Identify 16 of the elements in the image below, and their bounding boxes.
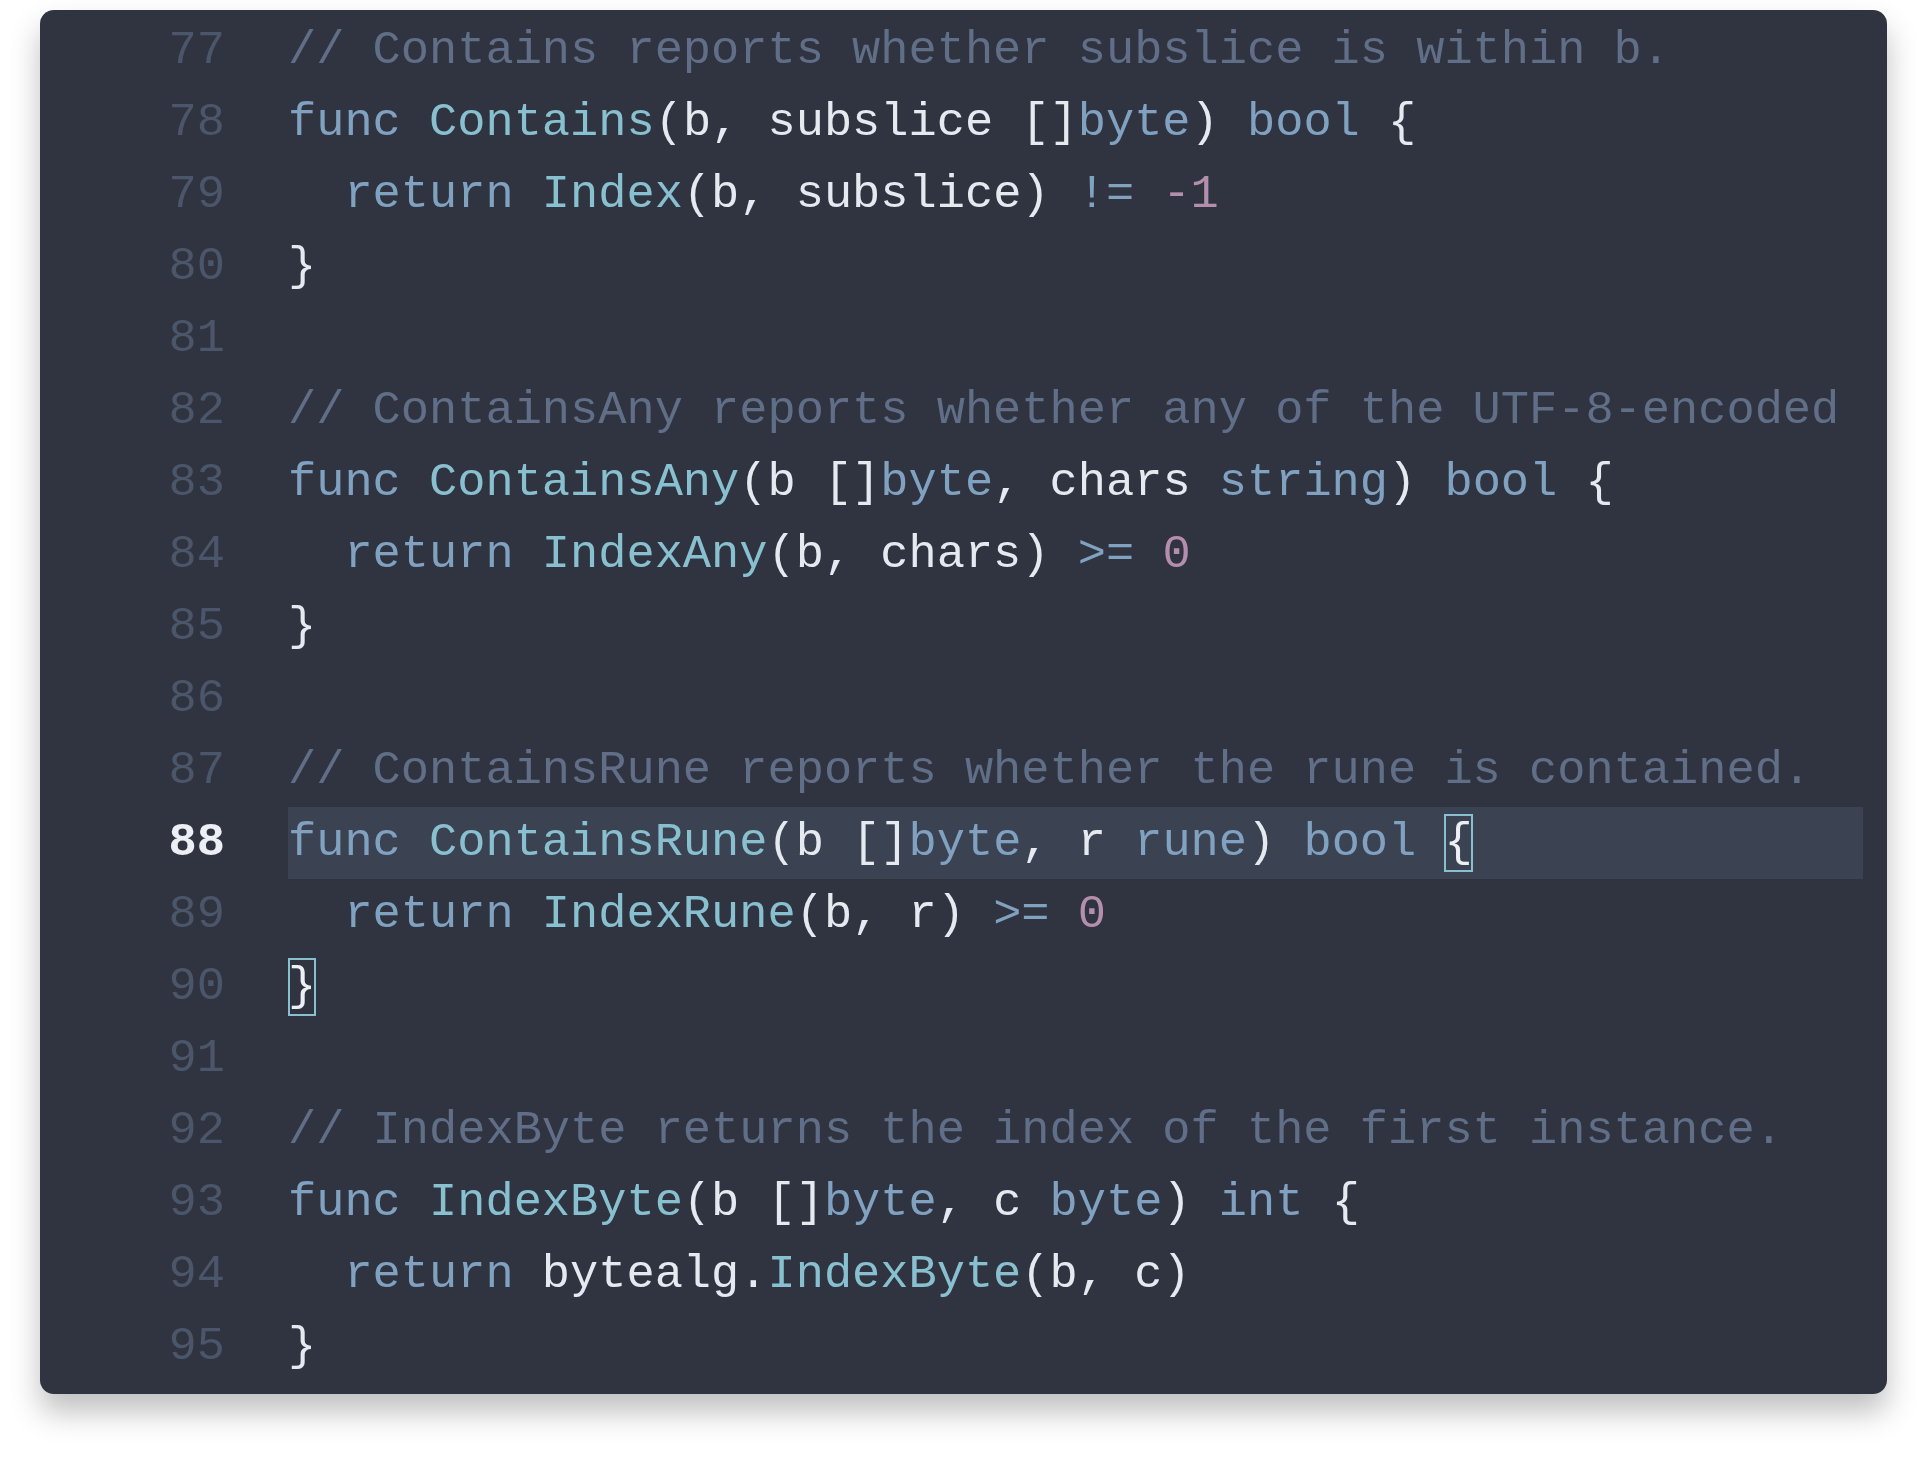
code-line: // Contains reports whether subslice is within b.	[288, 23, 1672, 79]
code-line: func IndexByte(b []byte, c byte) int {	[288, 1175, 1361, 1231]
code-line: func Contains(b, subslice []byte) bool {	[288, 95, 1418, 151]
code-line: // ContainsRune reports whether the rune is contained.	[288, 743, 1813, 799]
code-line: return Index(b, subslice) != -1	[343, 167, 1220, 223]
code-line: // IndexByte returns the index of the first instance.	[288, 1103, 1784, 1159]
code-line: // ContainsAny reports whether any of the UTF-8-encoded	[288, 383, 1841, 439]
line-number: 88	[167, 815, 225, 871]
code-line: }	[288, 239, 318, 295]
code-line: return IndexRune(b, r) >= 0	[343, 887, 1107, 943]
code-line: return bytealg.IndexByte(b, c)	[343, 1247, 1192, 1303]
code-line: return IndexAny(b, chars) >= 0	[343, 527, 1192, 583]
code-line: func ContainsAny(b []byte, chars string) bool {	[288, 455, 1615, 511]
code-line: }	[288, 1319, 318, 1375]
code-line: }	[288, 599, 318, 655]
code-line: }	[288, 951, 1863, 1023]
